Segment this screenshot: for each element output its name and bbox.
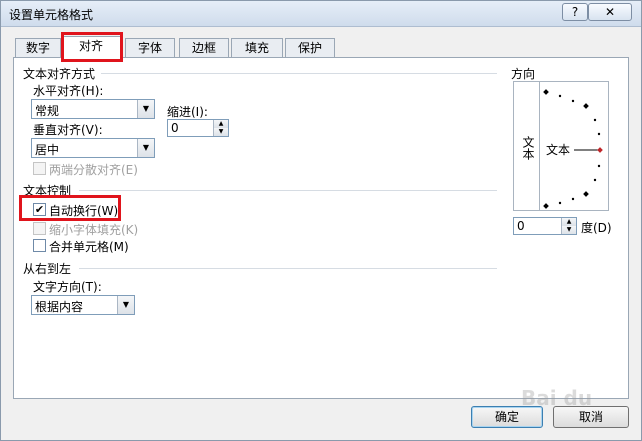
merge-cells-checkbox[interactable] xyxy=(33,239,46,252)
degree-spinner[interactable]: 0 ▲ ▼ xyxy=(513,217,577,235)
dial-dot xyxy=(597,132,601,136)
indent-spinner[interactable]: 0 ▲ ▼ xyxy=(167,119,229,137)
dial-marker xyxy=(543,203,549,209)
dial-active-marker xyxy=(597,147,603,153)
tab-protection[interactable]: 保护 xyxy=(285,38,335,58)
tab-fill[interactable]: 填充 xyxy=(231,38,283,58)
vertical-align-label: 垂直对齐(V): xyxy=(33,123,103,137)
text-alignment-group-title: 文本对齐方式 xyxy=(23,67,96,81)
degree-label: 度(D) xyxy=(581,221,612,235)
shrink-to-fit-label: 缩小字体填充(K) xyxy=(49,223,139,237)
tab-border[interactable]: 边框 xyxy=(179,38,229,58)
wrap-text-checkbox[interactable]: ✔ xyxy=(33,203,46,216)
chevron-down-icon[interactable]: ▼ xyxy=(117,296,134,314)
dial-dot xyxy=(558,201,562,205)
degree-value: 0 xyxy=(517,219,525,233)
text-direction-value: 根据内容 xyxy=(35,300,84,314)
orientation-dial-graphic: 文本 xyxy=(543,89,603,209)
horizontal-align-label: 水平对齐(H): xyxy=(33,84,104,98)
text-direction-label: 文字方向(T): xyxy=(33,280,102,294)
text-control-group-title: 文本控制 xyxy=(23,184,72,198)
text-direction-select[interactable]: 根据内容 ▼ xyxy=(31,295,135,315)
vertical-text-sample: 文本 xyxy=(521,136,535,160)
separator xyxy=(101,73,497,74)
indent-value: 0 xyxy=(171,121,179,135)
dial-dot xyxy=(597,164,601,168)
dial-dot xyxy=(558,94,562,98)
dial-dot xyxy=(571,197,575,201)
spin-down-icon[interactable]: ▼ xyxy=(561,226,576,234)
wrap-text-label: 自动换行(W) xyxy=(49,204,119,218)
baidu-watermark: Bai du xyxy=(501,363,631,435)
close-button[interactable]: ✕ xyxy=(588,3,632,21)
orientation-group-title: 方向 xyxy=(511,67,536,81)
separator xyxy=(79,268,497,269)
merge-cells-label: 合并单元格(M) xyxy=(49,240,129,254)
dial-marker xyxy=(583,103,589,109)
dial-marker xyxy=(583,191,589,197)
dial-dot xyxy=(593,118,597,122)
rtl-group-title: 从右到左 xyxy=(23,262,72,276)
chevron-down-icon[interactable]: ▼ xyxy=(137,139,154,157)
dial-text-sample: 文本 xyxy=(546,142,570,157)
help-button[interactable]: ? xyxy=(562,3,588,21)
tab-alignment[interactable]: 对齐 xyxy=(61,36,121,60)
distributed-checkbox[interactable] xyxy=(33,162,46,175)
vertical-align-value: 居中 xyxy=(35,143,60,157)
dial-dot xyxy=(593,178,597,182)
vertical-text-button[interactable]: 文本 xyxy=(514,82,540,210)
dial-marker xyxy=(543,89,549,95)
orientation-dial[interactable]: 文本 xyxy=(540,82,608,210)
dial-dot xyxy=(571,99,575,103)
orientation-box: 文本 文本 xyxy=(513,81,609,211)
format-cells-dialog: 设置单元格格式 ? ✕ 数字 对齐 字体 边框 填充 保护 文本对齐方式 水平对… xyxy=(0,0,642,441)
indent-label: 缩进(I): xyxy=(167,105,208,119)
dialog-title: 设置单元格格式 xyxy=(9,8,94,22)
spin-up-icon[interactable]: ▲ xyxy=(561,218,576,226)
title-bar: 设置单元格格式 ? ✕ xyxy=(1,1,641,27)
horizontal-align-value: 常规 xyxy=(35,104,60,118)
separator xyxy=(79,190,497,191)
distributed-label: 两端分散对齐(E) xyxy=(49,163,138,177)
vertical-align-select[interactable]: 居中 ▼ xyxy=(31,138,155,158)
chevron-down-icon[interactable]: ▼ xyxy=(137,100,154,118)
shrink-to-fit-checkbox[interactable] xyxy=(33,222,46,235)
tab-number[interactable]: 数字 xyxy=(15,38,61,58)
svg-text:Bai du: Bai du xyxy=(521,386,592,410)
horizontal-align-select[interactable]: 常规 ▼ xyxy=(31,99,155,119)
spin-up-icon[interactable]: ▲ xyxy=(213,120,228,128)
tab-font[interactable]: 字体 xyxy=(125,38,175,58)
spin-down-icon[interactable]: ▼ xyxy=(213,128,228,136)
